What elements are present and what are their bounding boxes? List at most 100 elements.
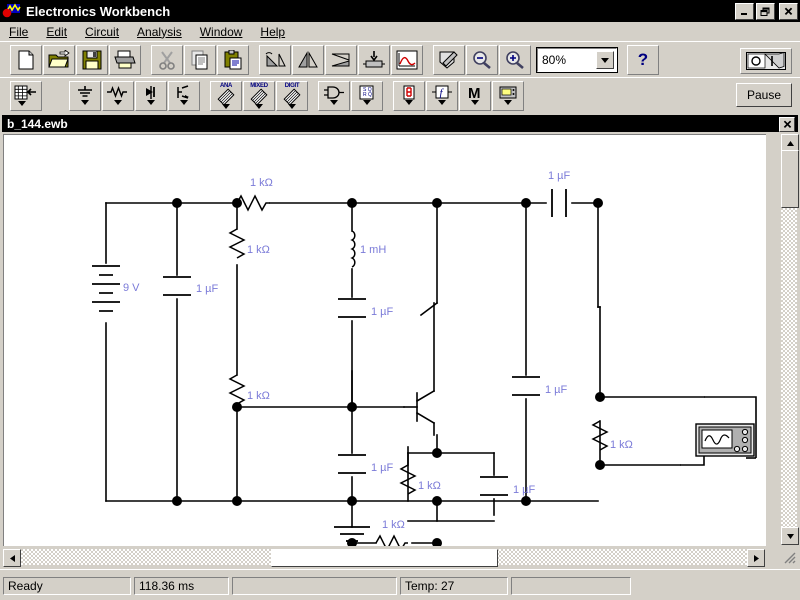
capacitor-mid-low-label: 1 µF xyxy=(371,462,394,474)
app-logo-icon xyxy=(2,3,22,19)
status-blank-panel xyxy=(232,577,397,595)
svg-text:M: M xyxy=(468,85,481,102)
mixed-ics-caption: MIXED xyxy=(244,83,274,89)
app-title: Electronics Workbench xyxy=(26,4,170,19)
vertical-scroll-thumb[interactable] xyxy=(781,150,799,208)
zoom-out-button[interactable] xyxy=(466,45,498,75)
zoom-level-combobox[interactable]: 80% xyxy=(537,48,617,72)
menu-edit-label: Edit xyxy=(46,25,67,39)
temperature-panel: Temp: 27 xyxy=(400,577,508,595)
miscellaneous-bin-button[interactable]: M xyxy=(459,81,491,111)
digital-ics-bin-button[interactable]: DIGIT xyxy=(276,81,308,111)
capacitor-inductor-label: 1 µF xyxy=(371,306,394,318)
document-window: b_144.ewb xyxy=(0,113,800,568)
minimize-button[interactable] xyxy=(735,3,754,20)
capacitor-input-label: 1 µF xyxy=(196,283,219,295)
basic-bin-button[interactable] xyxy=(102,81,134,111)
scroll-left-button[interactable] xyxy=(3,549,21,567)
circuit-canvas[interactable]: 9 V 1 µF 1 kΩ 1 kΩ xyxy=(3,134,766,546)
chevron-down-icon[interactable] xyxy=(596,51,614,69)
menu-help[interactable]: Help xyxy=(251,23,294,41)
resistor-divider-lower-label: 1 kΩ xyxy=(247,390,270,402)
capacitor-coupling-label: 1 µF xyxy=(548,170,571,182)
resistor-feedback-symbol xyxy=(376,536,408,546)
status-message-panel: Ready xyxy=(3,577,131,595)
controls-bin-button[interactable]: f xyxy=(426,81,458,111)
power-switch[interactable] xyxy=(740,48,792,74)
cut-button[interactable] xyxy=(151,45,183,75)
document-title: b_144.ewb xyxy=(7,117,68,131)
resistor-load-label: 1 kΩ xyxy=(610,439,633,451)
capacitor-inductor-symbol xyxy=(338,299,366,317)
document-close-button[interactable] xyxy=(779,117,795,132)
print-button[interactable] xyxy=(109,45,141,75)
menu-bar: File Edit Circuit Analysis Window Help xyxy=(0,22,800,42)
scroll-down-button[interactable] xyxy=(781,527,799,545)
favorites-bin-button[interactable] xyxy=(10,81,42,111)
main-toolbar: 80% ? xyxy=(0,41,800,78)
menu-edit[interactable]: Edit xyxy=(37,23,76,41)
menu-file[interactable]: File xyxy=(0,23,37,41)
scroll-right-button[interactable] xyxy=(747,549,765,567)
new-file-button[interactable] xyxy=(10,45,42,75)
vertical-scrollbar[interactable] xyxy=(781,134,797,545)
copy-button[interactable] xyxy=(184,45,216,75)
capacitor-collector-label: 1 µF xyxy=(545,384,568,396)
capacitor-collector-symbol xyxy=(512,377,540,395)
menu-window[interactable]: Window xyxy=(191,23,252,41)
resistor-top-label: 1 kΩ xyxy=(250,177,273,189)
component-properties-button[interactable] xyxy=(433,45,465,75)
status-bar: Ready 118.36 ms Temp: 27 xyxy=(0,569,800,600)
analog-ics-bin-button[interactable]: ANA xyxy=(210,81,242,111)
resize-grip[interactable] xyxy=(781,549,797,565)
paste-button[interactable] xyxy=(217,45,249,75)
sources-bin-button[interactable] xyxy=(69,81,101,111)
indicators-bin-button[interactable] xyxy=(393,81,425,111)
capacitor-coupling-symbol xyxy=(552,189,566,217)
battery-symbol xyxy=(92,266,120,311)
capacitor-mid-low-symbol xyxy=(338,455,366,473)
simulation-time-panel: 118.36 ms xyxy=(134,577,229,595)
menu-analysis-label: Analysis xyxy=(137,25,182,39)
menu-window-label: Window xyxy=(200,25,243,39)
diodes-bin-button[interactable] xyxy=(135,81,167,111)
resistor-divider-upper-symbol xyxy=(230,229,244,258)
capacitor-emitter-symbol xyxy=(480,477,508,495)
status-extra-panel xyxy=(511,577,631,595)
flip-vertical-button[interactable] xyxy=(325,45,357,75)
battery-label: 9 V xyxy=(123,282,140,294)
mixed-ics-bin-button[interactable]: MIXED xyxy=(243,81,275,111)
open-file-button[interactable] xyxy=(43,45,75,75)
transistors-bin-button[interactable] xyxy=(168,81,200,111)
create-subcircuit-button[interactable] xyxy=(358,45,390,75)
display-graphs-button[interactable] xyxy=(391,45,423,75)
flip-horizontal-button[interactable] xyxy=(292,45,324,75)
circuit-schematic: 9 V 1 µF 1 kΩ 1 kΩ xyxy=(4,135,766,546)
analog-ics-caption: ANA xyxy=(211,83,241,89)
horizontal-scroll-thumb[interactable] xyxy=(271,549,498,567)
capacitor-input-symbol xyxy=(163,277,191,295)
save-file-button[interactable] xyxy=(76,45,108,75)
horizontal-scrollbar[interactable] xyxy=(3,549,765,565)
menu-file-label: File xyxy=(9,25,28,39)
restore-button[interactable] xyxy=(756,3,775,20)
close-button[interactable] xyxy=(779,3,798,20)
svg-text:R Q: R Q xyxy=(363,92,372,98)
logic-gates-bin-button[interactable] xyxy=(318,81,350,111)
title-bar: Electronics Workbench xyxy=(0,0,800,22)
instruments-bin-button[interactable] xyxy=(492,81,524,111)
menu-analysis[interactable]: Analysis xyxy=(128,23,191,41)
parts-bin-toolbar: ANA MIXED DIGIT xyxy=(0,77,800,115)
help-button[interactable]: ? xyxy=(627,45,659,75)
menu-circuit[interactable]: Circuit xyxy=(76,23,128,41)
resistor-emitter-label: 1 kΩ xyxy=(418,480,441,492)
zoom-in-button[interactable] xyxy=(499,45,531,75)
pause-button[interactable]: Pause xyxy=(736,83,792,107)
capacitor-emitter-label: 1 µF xyxy=(513,484,536,496)
oscilloscope-instrument xyxy=(680,397,756,465)
document-title-bar: b_144.ewb xyxy=(2,115,798,132)
rotate-button[interactable] xyxy=(259,45,291,75)
inductor-label: 1 mH xyxy=(360,244,386,256)
menu-help-label: Help xyxy=(260,25,285,39)
digital-bin-button[interactable]: S Q R Q xyxy=(351,81,383,111)
